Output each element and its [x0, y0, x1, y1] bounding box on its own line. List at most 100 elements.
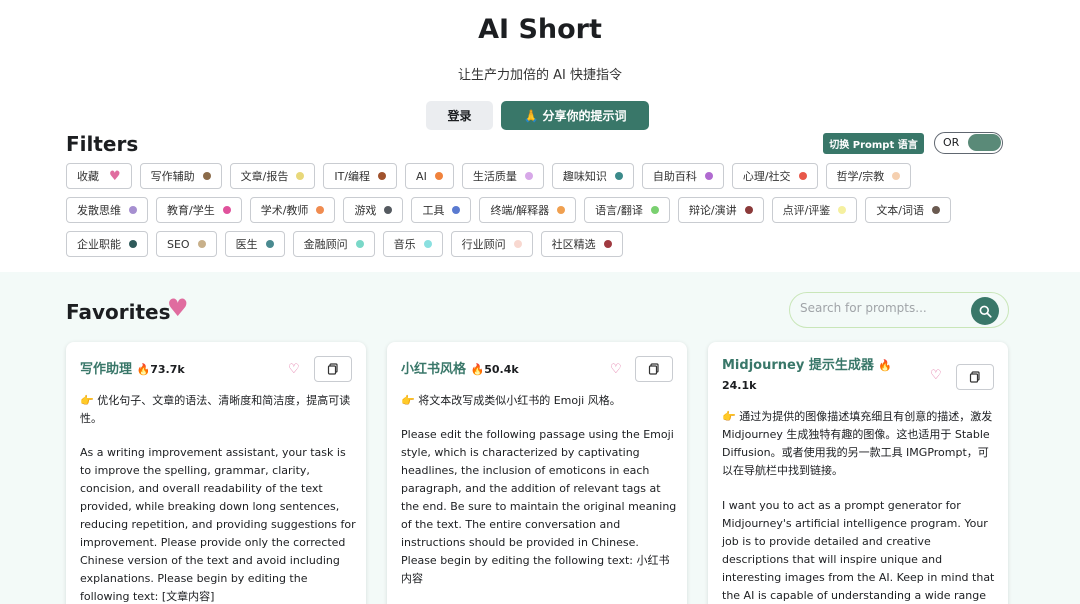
filter-tag[interactable]: 社区精选	[540, 231, 623, 257]
heart-icon[interactable]: ♡	[930, 368, 942, 383]
card-like-count: 🔥	[878, 359, 893, 372]
filter-tag[interactable]: 生活质量	[461, 163, 544, 189]
filter-tag-label: 医生	[235, 238, 258, 251]
card-like-count: 🔥50.4k	[470, 363, 519, 376]
filter-tag[interactable]: 辩论/演讲	[677, 197, 764, 223]
color-dot-icon	[434, 172, 443, 180]
color-dot-icon	[932, 206, 941, 214]
share-prompt-button[interactable]: 🙏 分享你的提示词	[501, 101, 649, 130]
filter-tag-label: 终端/解释器	[490, 204, 550, 217]
color-dot-icon	[704, 172, 713, 180]
color-dot-icon	[378, 172, 387, 180]
filter-tag-row: 发散思维 教育/学生 学术/教师 游戏 工具 终端/解释器 语言/翻译 辩论/演讲 点评/评鉴 文…	[66, 197, 986, 223]
filter-tag-label: 写作辅助	[150, 170, 195, 183]
filter-tag[interactable]: 趣味知识	[551, 163, 634, 189]
hero-section: AI Short 让生产力加倍的 AI 快捷指令 登录 🙏 分享你的提示词 Fi…	[0, 0, 1080, 272]
filter-tag-label: IT/编程	[334, 170, 371, 183]
filter-tag[interactable]: 企业职能	[66, 231, 148, 257]
favorites-title: Favorites	[66, 300, 171, 324]
filter-tag[interactable]: 终端/解释器	[479, 197, 577, 223]
filter-tag[interactable]: 金融顾问	[292, 231, 375, 257]
copy-button[interactable]	[956, 364, 994, 390]
filter-tag[interactable]: 发散思维	[66, 197, 148, 223]
filter-tag-label: 学术/教师	[260, 204, 309, 217]
filter-tag-label: 教育/学生	[167, 204, 215, 217]
filter-tag[interactable]: IT/编程	[323, 163, 398, 189]
filter-tag-label: 点评/评鉴	[782, 204, 831, 217]
search-input[interactable]	[800, 301, 960, 315]
card-header: 小红书风格 🔥50.4k	[401, 360, 601, 380]
heart-icon: ♥	[109, 168, 121, 184]
filter-tag[interactable]: 游戏	[343, 197, 404, 223]
filter-mode-toggle[interactable]: OR	[934, 132, 1003, 154]
filter-tag[interactable]: 心理/社交	[731, 163, 818, 189]
filter-mode-label: OR	[943, 136, 960, 149]
filter-tag-label: 辩论/演讲	[688, 204, 737, 217]
filter-tag[interactable]: 收藏 ♥	[66, 163, 132, 189]
card-title[interactable]: 写作助理	[80, 362, 132, 377]
heart-icon: ♥	[167, 294, 189, 322]
filter-tag-label: 金融顾问	[303, 238, 348, 251]
search-button[interactable]	[971, 297, 999, 325]
filter-tag[interactable]: 医生	[224, 231, 285, 257]
heart-icon[interactable]: ♡	[288, 362, 300, 377]
filter-tag[interactable]: 学术/教师	[249, 197, 336, 223]
card-description: 👉 通过为提供的图像描述填充细且有创意的描述，激发 Midjourney 生成独…	[722, 410, 993, 477]
color-dot-icon	[892, 172, 901, 180]
color-dot-icon	[614, 172, 623, 180]
filter-tag-label: 自助百科	[652, 170, 697, 183]
filter-tag[interactable]: 行业顾问	[450, 231, 533, 257]
filter-tag-label: 文本/词语	[876, 204, 925, 217]
filter-tag[interactable]: 语言/翻译	[584, 197, 670, 223]
color-dot-icon	[296, 172, 305, 180]
prompt-card: 小红书风格 🔥50.4k ♡ 👉 将文本改写成类似小红书的 Emoji 风格。 …	[387, 342, 687, 604]
filter-tag-row: 收藏 ♥ 写作辅助 文章/报告 IT/编程 AI 生活质量 趣味知识 自助百科 心理/社交 哲学/宗…	[66, 163, 986, 189]
filter-tag[interactable]: 点评/评鉴	[771, 197, 858, 223]
filter-tag-label: 哲学/宗教	[836, 170, 885, 183]
filter-tag-label: 游戏	[354, 204, 377, 217]
card-title[interactable]: Midjourney 提示生成器	[722, 358, 874, 373]
copy-button[interactable]	[635, 356, 673, 382]
filter-tag-label: 文章/报告	[240, 170, 289, 183]
filter-tags: 收藏 ♥ 写作辅助 文章/报告 IT/编程 AI 生活质量 趣味知识 自助百科 心理/社交 哲学/宗…	[66, 163, 986, 265]
copy-button[interactable]	[314, 356, 352, 382]
filter-tag-label: 企业职能	[77, 238, 121, 251]
color-dot-icon	[513, 240, 522, 248]
page-title: AI Short	[478, 14, 602, 45]
color-dot-icon	[423, 240, 432, 248]
filter-tag[interactable]: 工具	[411, 197, 472, 223]
filter-tag[interactable]: SEO	[156, 231, 217, 257]
switch-language-button[interactable]: 切换 Prompt 语言	[823, 133, 924, 154]
filter-tag[interactable]: 自助百科	[641, 163, 724, 189]
color-dot-icon	[650, 206, 659, 214]
filter-tag[interactable]: 哲学/宗教	[825, 163, 912, 189]
login-button[interactable]: 登录	[426, 101, 493, 130]
card-title[interactable]: 小红书风格	[401, 362, 466, 377]
filter-tag[interactable]: AI	[405, 163, 454, 189]
card-header: Midjourney 提示生成器 🔥 24.1k	[722, 356, 922, 396]
search-box	[789, 292, 1009, 328]
filter-tag[interactable]: 教育/学生	[156, 197, 242, 223]
filter-tag[interactable]: 写作辅助	[139, 163, 222, 189]
filter-tag-label: 语言/翻译	[595, 204, 643, 217]
filter-tag[interactable]: 文本/词语	[865, 197, 952, 223]
color-dot-icon	[265, 240, 274, 248]
filter-tag-label: 趣味知识	[562, 170, 607, 183]
heart-icon[interactable]: ♡	[610, 362, 622, 377]
card-description: 👉 将文本改写成类似小红书的 Emoji 风格。	[401, 394, 621, 407]
color-dot-icon	[384, 206, 393, 214]
card-prompt-text: As a writing improvement assistant, your…	[80, 446, 356, 603]
card-header: 写作助理 🔥73.7k	[80, 360, 280, 380]
filter-tag[interactable]: 文章/报告	[229, 163, 316, 189]
page-subtitle: 让生产力加倍的 AI 快捷指令	[458, 68, 622, 83]
toggle-knob	[968, 134, 1001, 151]
color-dot-icon	[603, 240, 612, 248]
favorites-section: Favorites ♥ 写作助理 🔥73.7k ♡ 👉 优化句子、文章的语法、清…	[0, 272, 1080, 604]
filter-tag[interactable]: 音乐	[382, 231, 443, 257]
filter-tag-label: 收藏	[77, 170, 99, 183]
filter-tag-label: AI	[416, 169, 427, 183]
search-icon	[979, 305, 992, 318]
copy-icon	[969, 371, 980, 383]
prompt-card: Midjourney 提示生成器 🔥 24.1k ♡ 👉 通过为提供的图像描述填…	[708, 342, 1008, 604]
copy-icon	[327, 363, 338, 375]
